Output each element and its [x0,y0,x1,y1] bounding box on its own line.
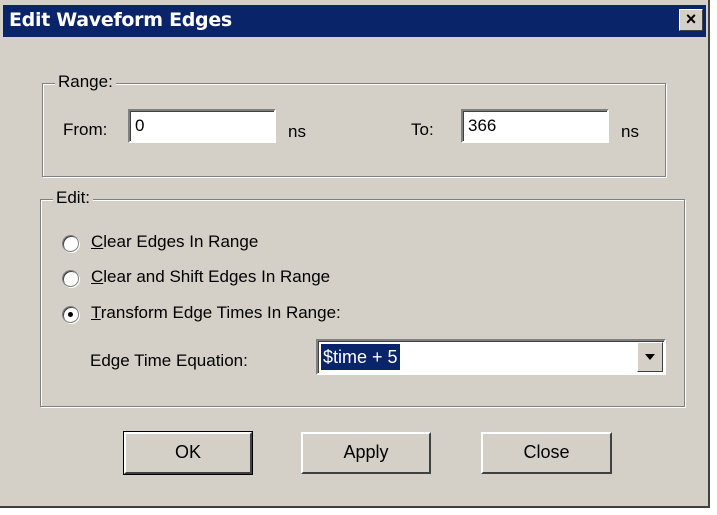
chevron-down-icon[interactable] [637,342,663,372]
to-unit: ns [621,122,639,141]
from-unit: ns [288,122,306,141]
title-bar[interactable]: Edit Waveform Edges × [3,5,706,37]
close-icon[interactable]: × [679,9,703,31]
close-button[interactable]: Close [481,432,612,474]
clear-shift-edges-label[interactable]: Clear and Shift Edges In Range [91,267,330,287]
apply-button[interactable]: Apply [301,432,431,474]
edit-legend: Edit: [53,188,94,208]
range-group: Range: From: 0 ns To: 366 ns [42,72,666,177]
transform-edge-times-radio[interactable] [62,306,79,323]
transform-edge-times-label[interactable]: Transform Edge Times In Range: [91,303,341,323]
from-label: From: [63,120,108,139]
ok-button[interactable]: OK [123,431,253,475]
range-legend: Range: [55,72,116,92]
from-input[interactable]: 0 [128,109,276,143]
to-label: To: [411,120,434,139]
edge-time-equation-value[interactable]: $time + 5 [321,344,400,370]
edit-waveform-edges-dialog: Edit Waveform Edges × Range: From: 0 ns … [0,0,710,508]
window-title: Edit Waveform Edges [9,9,232,31]
to-input[interactable]: 366 [461,109,609,143]
clear-edges-radio[interactable] [62,235,79,252]
edge-time-equation-label: Edge Time Equation: [90,351,248,370]
clear-shift-edges-radio[interactable] [62,270,79,287]
edge-time-equation-combo[interactable]: $time + 5 [316,339,666,375]
edit-group: Edit: Clear Edges In Range Clear and Shi… [40,188,685,407]
clear-edges-label[interactable]: Clear Edges In Range [91,232,258,252]
